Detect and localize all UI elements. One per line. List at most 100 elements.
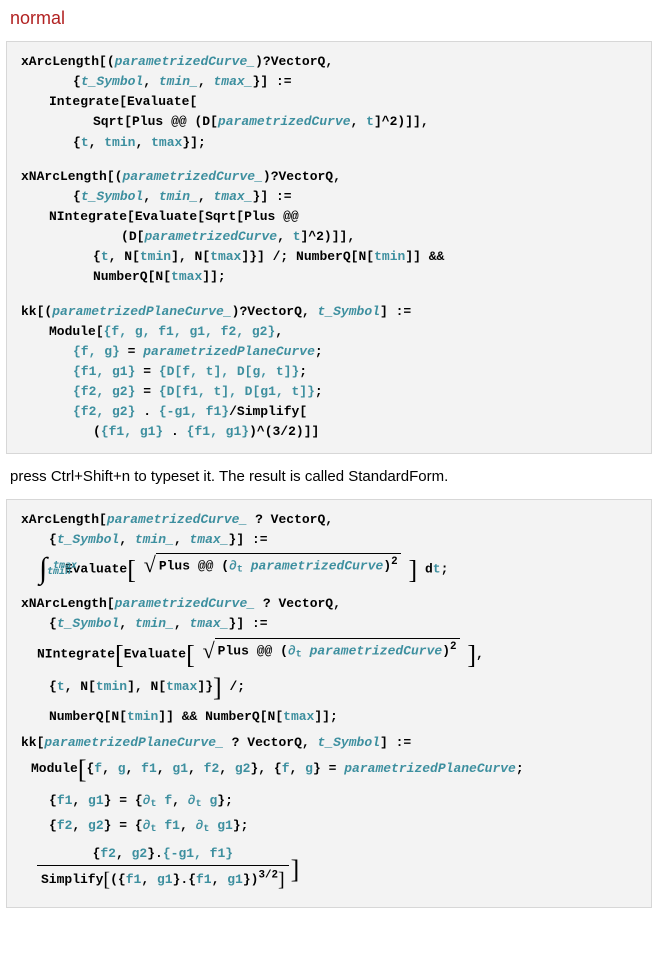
- eq-op: =: [143, 364, 151, 379]
- vectorq-test: ?VectorQ: [263, 54, 325, 69]
- var-g1: g1: [217, 818, 233, 833]
- f1g1-pair: {f1, g1}: [73, 364, 135, 379]
- n-fn: N: [124, 249, 132, 264]
- page-title: normal: [4, 4, 654, 35]
- subscript-t: t: [196, 799, 202, 810]
- curve-ref: parametrizedCurve: [218, 114, 351, 129]
- numberq-fn: NumberQ: [296, 249, 351, 264]
- t-var: t: [101, 249, 109, 264]
- sqrt-box: √Plus @@ (∂t parametrizedCurve)2: [144, 553, 401, 578]
- arg-planecurve: parametrizedPlaneCurve_: [44, 735, 223, 750]
- set-delayed: :=: [276, 74, 292, 89]
- dot-op: .: [143, 404, 151, 419]
- f2g2-pair: {f2, g2}: [73, 384, 135, 399]
- tmax-ref: tmax: [210, 249, 241, 264]
- var-g2: g2: [235, 761, 251, 776]
- set-delayed: :=: [396, 304, 412, 319]
- nintegrate-fn: NIntegrate: [37, 647, 115, 662]
- simplify-fn: Simplify: [41, 872, 103, 887]
- tmax: tmax_: [214, 189, 253, 204]
- var-f2: f2: [204, 761, 220, 776]
- evaluate-fn: Evaluate: [127, 94, 189, 109]
- subscript-t: t: [203, 824, 209, 835]
- apply-op: @@: [257, 643, 273, 658]
- plus-fn: Plus: [159, 558, 190, 573]
- eq-op: =: [119, 818, 127, 833]
- tmin-ref: tmin: [374, 249, 405, 264]
- arg-curve: parametrizedCurve_: [115, 54, 255, 69]
- simplify-fn: Simplify: [237, 404, 299, 419]
- t-var: t: [81, 135, 89, 150]
- condition-op: /;: [229, 679, 245, 694]
- var-g1: g1: [227, 872, 243, 887]
- integrate-fn: Integrate: [49, 94, 119, 109]
- sqrt-fn: Sqrt: [205, 209, 236, 224]
- subscript-t: t: [296, 649, 302, 660]
- pow32: 3/2: [258, 870, 278, 882]
- neg-list: {-g1, f1}: [159, 404, 229, 419]
- var-g1: g1: [172, 761, 188, 776]
- t-symbol: t_Symbol: [57, 532, 119, 547]
- neg-list: {-g1, f1}: [163, 846, 233, 861]
- semicolon: ;: [198, 135, 206, 150]
- tmin: tmin_: [159, 189, 198, 204]
- code-block-inputform: xArcLength[(parametrizedCurve_)?VectorQ,…: [6, 41, 652, 454]
- apply-op: @@: [283, 209, 299, 224]
- code-block-standardform: xArcLength[parametrizedCurve_ ? VectorQ,…: [6, 499, 652, 908]
- vectorq-test: ?VectorQ: [271, 169, 333, 184]
- d-list-2: {D[f1, t], D[g1, t]}: [159, 384, 315, 399]
- tmin-ref: tmin: [104, 135, 135, 150]
- arg-curve: parametrizedCurve_: [115, 596, 255, 611]
- t-var: t: [57, 679, 65, 694]
- var-g2: g2: [132, 846, 148, 861]
- t-var: t: [293, 229, 301, 244]
- partial-d-icon: ∂: [143, 818, 151, 833]
- f2g2-pair: {f2, g2}: [73, 404, 135, 419]
- eq-op: =: [143, 384, 151, 399]
- numberq-fn: NumberQ: [49, 709, 104, 724]
- module-vars: {f, g, f1, g1, f2, g2}: [104, 324, 276, 339]
- instruction-text: press Ctrl+Shift+n to typeset it. The re…: [4, 460, 654, 493]
- var-f1: f1: [164, 818, 180, 833]
- arg-curve: parametrizedCurve_: [107, 512, 247, 527]
- numberq-fn: NumberQ: [93, 269, 148, 284]
- fn-name: kk: [21, 304, 37, 319]
- var-g1: g1: [88, 793, 104, 808]
- sqrt-box: √Plus @@ (∂t parametrizedCurve)2: [203, 638, 460, 663]
- fn-name: kk: [21, 735, 37, 750]
- tmax-ref: tmax: [151, 135, 182, 150]
- module-fn: Module: [49, 324, 96, 339]
- f1g1-pair: {f1, g1}: [187, 424, 249, 439]
- var-f2: f2: [100, 846, 116, 861]
- partial-d-icon: ∂: [229, 558, 237, 573]
- semicolon: ;: [330, 709, 338, 724]
- subscript-t: t: [151, 824, 157, 835]
- tmax: tmax_: [190, 532, 229, 547]
- tmin: tmin_: [159, 74, 198, 89]
- subscript-t: t: [151, 799, 157, 810]
- differential-d-icon: d: [425, 561, 433, 576]
- t-symbol: t_Symbol: [318, 304, 380, 319]
- n-fn: N: [80, 679, 88, 694]
- var-g2: g2: [88, 818, 104, 833]
- fn-name: xArcLength: [21, 54, 99, 69]
- subscript-t: t: [237, 564, 243, 575]
- set-delayed: :=: [252, 532, 268, 547]
- fn-name: xNArcLength: [21, 596, 107, 611]
- var-f: f: [282, 761, 290, 776]
- vectorq-test: ?VectorQ: [239, 304, 301, 319]
- eq-op: =: [119, 793, 127, 808]
- pow2: 2: [391, 556, 398, 568]
- int-lower: tmin: [47, 557, 71, 587]
- plus-fn: Plus: [218, 643, 249, 658]
- condition-op: /;: [273, 249, 289, 264]
- tmin: tmin_: [135, 616, 174, 631]
- t-var: t: [366, 114, 374, 129]
- dot-op: .: [171, 424, 179, 439]
- partial-d-icon: ∂: [143, 793, 151, 808]
- t-symbol: t_Symbol: [318, 735, 380, 750]
- apply-op: @@: [198, 558, 214, 573]
- tmax-ref: tmax: [171, 269, 202, 284]
- nintegrate-fn: NIntegrate: [49, 209, 127, 224]
- curve-ref: parametrizedCurve: [251, 558, 384, 573]
